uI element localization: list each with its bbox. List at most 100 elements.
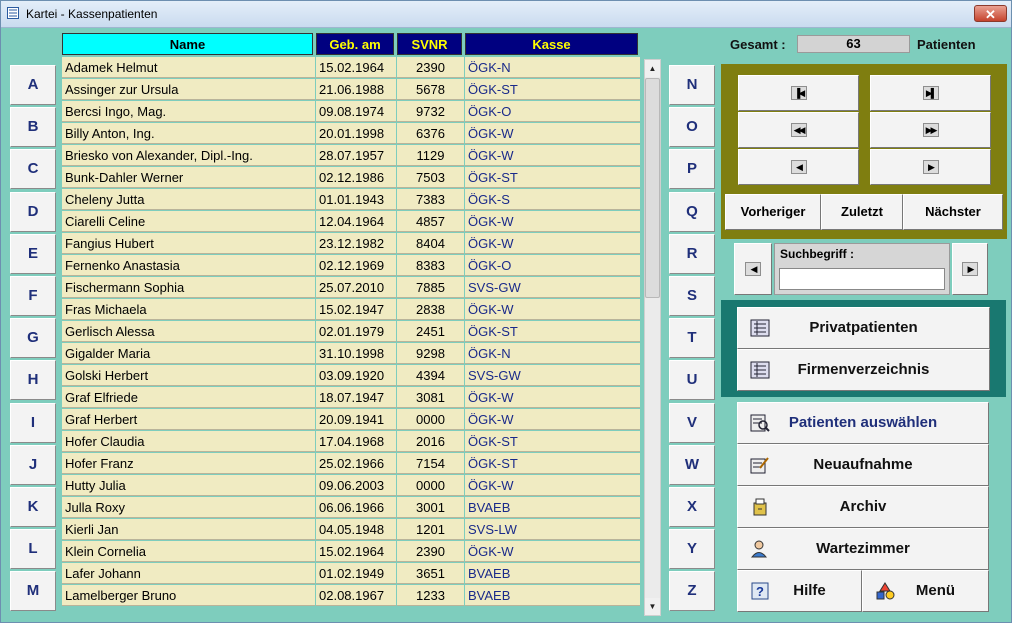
letter-right-button[interactable]: Y (669, 529, 715, 570)
zuletzt-button[interactable]: Zuletzt (821, 194, 903, 230)
table-row[interactable]: Fras Michaela 15.02.1947 2838 ÖGK-W (62, 299, 640, 321)
letter-right-button[interactable]: N (669, 65, 715, 105)
cell-geb: 31.10.1998 (316, 343, 396, 364)
table-row[interactable]: Fernenko Anastasia 02.12.1969 8383 ÖGK-O (62, 255, 640, 277)
table-row[interactable]: Kierli Jan 04.05.1948 1201 SVS-LW (62, 519, 640, 541)
table-row[interactable]: Assinger zur Ursula 21.06.1988 5678 ÖGK-ST (62, 79, 640, 101)
cell-name: Hutty Julia (62, 475, 315, 496)
cell-name: Assinger zur Ursula (62, 79, 315, 100)
cell-geb: 01.02.1949 (316, 563, 396, 584)
letter-left-button[interactable]: C (10, 149, 56, 190)
column-header-name[interactable]: Name (62, 33, 313, 55)
table-row[interactable]: Hutty Julia 09.06.2003 0000 ÖGK-W (62, 475, 640, 497)
rewind-icon: ◀◀ (790, 123, 807, 137)
letter-right-button[interactable]: V (669, 402, 715, 443)
first-record-button[interactable]: ▐◀ (738, 75, 859, 111)
letter-left-button[interactable]: J (10, 444, 56, 485)
letter-left-button[interactable]: A (10, 65, 56, 105)
letter-right-button[interactable]: R (669, 233, 715, 274)
letter-left-button[interactable]: H (10, 360, 56, 401)
column-header-kasse[interactable]: Kasse (465, 33, 638, 55)
letter-right-button[interactable]: U (669, 360, 715, 401)
letter-right-button[interactable]: S (669, 276, 715, 316)
table-row[interactable]: Lafer Johann 01.02.1949 3651 BVAEB (62, 563, 640, 585)
letter-left-button[interactable]: D (10, 191, 56, 232)
wartezimmer-button[interactable]: Wartezimmer (737, 528, 989, 570)
privatpatienten-button[interactable]: Privatpatienten (737, 307, 990, 349)
table-row[interactable]: Gigalder Maria 31.10.1998 9298 ÖGK-N (62, 343, 640, 365)
search-next-button[interactable]: ▶ (952, 243, 988, 295)
cell-name: Lafer Johann (62, 563, 315, 584)
table-row[interactable]: Billy Anton, Ing. 20.01.1998 6376 ÖGK-W (62, 123, 640, 145)
letter-left-button[interactable]: E (10, 233, 56, 274)
search-right-icon: ▶ (962, 262, 978, 276)
table-row[interactable]: Hofer Claudia 17.04.1968 2016 ÖGK-ST (62, 431, 640, 453)
column-header-geb[interactable]: Geb. am (316, 33, 394, 55)
table-row[interactable]: Bercsi Ingo, Mag. 09.08.1974 9732 ÖGK-O (62, 101, 640, 123)
letter-left-button[interactable]: B (10, 107, 56, 148)
menu-button[interactable]: Menü (862, 570, 989, 612)
letter-left-button[interactable]: G (10, 318, 56, 359)
table-row[interactable]: Hofer Franz 25.02.1966 7154 ÖGK-ST (62, 453, 640, 475)
letter-right-button[interactable]: W (669, 444, 715, 485)
search-label: Suchbegriff : (780, 247, 854, 261)
previous-page-button[interactable]: ◀◀ (738, 112, 859, 148)
table-row[interactable]: Gerlisch Alessa 02.01.1979 2451 ÖGK-ST (62, 321, 640, 343)
cell-kasse: ÖGK-ST (465, 321, 640, 342)
cell-svnr: 7503 (397, 167, 464, 188)
letter-right-button[interactable]: O (669, 107, 715, 148)
cell-geb: 15.02.1964 (316, 57, 396, 78)
letter-left-button[interactable]: F (10, 276, 56, 316)
search-input[interactable] (779, 268, 945, 290)
last-record-button[interactable]: ▶▌ (870, 75, 991, 111)
previous-icon: ◀ (790, 160, 807, 174)
cell-geb: 25.07.2010 (316, 277, 396, 298)
table-row[interactable]: Graf Elfriede 18.07.1947 3081 ÖGK-W (62, 387, 640, 409)
next-record-button[interactable]: ▶ (870, 149, 991, 185)
cell-geb: 09.06.2003 (316, 475, 396, 496)
table-row[interactable]: Julla Roxy 06.06.1966 3001 BVAEB (62, 497, 640, 519)
table-scrollbar[interactable]: ▲ ▼ (644, 59, 661, 616)
patienten-auswaehlen-button[interactable]: Patienten auswählen (737, 402, 989, 444)
table-row[interactable]: Golski Herbert 03.09.1920 4394 SVS-GW (62, 365, 640, 387)
table-row[interactable]: Fischermann Sophia 25.07.2010 7885 SVS-GW (62, 277, 640, 299)
close-button[interactable]: ✕ (974, 5, 1007, 22)
next-page-button[interactable]: ▶▶ (870, 112, 991, 148)
table-row[interactable]: Cheleny Jutta 01.01.1943 7383 ÖGK-S (62, 189, 640, 211)
letter-right-button[interactable]: Z (669, 571, 715, 612)
letter-right-button[interactable]: T (669, 318, 715, 359)
letter-left-button[interactable]: K (10, 487, 56, 527)
scroll-thumb[interactable] (645, 78, 660, 298)
table-row[interactable]: Briesko von Alexander, Dipl.-Ing. 28.07.1… (62, 145, 640, 167)
letter-left-button[interactable]: I (10, 402, 56, 443)
previous-record-button[interactable]: ◀ (738, 149, 859, 185)
table-row[interactable]: Ciarelli Celine 12.04.1964 4857 ÖGK-W (62, 211, 640, 233)
cell-name: Ciarelli Celine (62, 211, 315, 232)
letter-right-button[interactable]: X (669, 487, 715, 527)
cell-name: Fangius Hubert (62, 233, 315, 254)
scroll-up-icon[interactable]: ▲ (645, 60, 660, 77)
table-row[interactable]: Lamelberger Bruno 02.08.1967 1233 BVAEB (62, 585, 640, 607)
naechster-button[interactable]: Nächster (903, 194, 1003, 230)
firmenverzeichnis-label: Firmenverzeichnis (797, 361, 930, 378)
table-row[interactable]: Adamek Helmut 15.02.1964 2390 ÖGK-N (62, 57, 640, 79)
neuaufnahme-button[interactable]: Neuaufnahme (737, 444, 989, 486)
archiv-button[interactable]: Archiv (737, 486, 989, 528)
letter-right-button[interactable]: P (669, 149, 715, 190)
letter-left-button[interactable]: L (10, 529, 56, 570)
letter-right-button[interactable]: Q (669, 191, 715, 232)
table-row[interactable]: Fangius Hubert 23.12.1982 8404 ÖGK-W (62, 233, 640, 255)
cell-name: Kierli Jan (62, 519, 315, 540)
column-header-svnr[interactable]: SVNR (397, 33, 462, 55)
search-previous-button[interactable]: ◀ (734, 243, 772, 295)
title-bar[interactable]: Kartei - Kassenpatienten ✕ (1, 1, 1011, 28)
vorheriger-button[interactable]: Vorheriger (725, 194, 821, 230)
cell-svnr: 2016 (397, 431, 464, 452)
table-row[interactable]: Bunk-Dahler Werner 02.12.1986 7503 ÖGK-ST (62, 167, 640, 189)
table-row[interactable]: Graf Herbert 20.09.1941 0000 ÖGK-W (62, 409, 640, 431)
hilfe-button[interactable]: ? Hilfe (737, 570, 862, 612)
table-row[interactable]: Klein Cornelia 15.02.1964 2390 ÖGK-W (62, 541, 640, 563)
firmenverzeichnis-button[interactable]: Firmenverzeichnis (737, 349, 990, 391)
letter-left-button[interactable]: M (10, 571, 56, 612)
scroll-down-icon[interactable]: ▼ (645, 598, 660, 615)
